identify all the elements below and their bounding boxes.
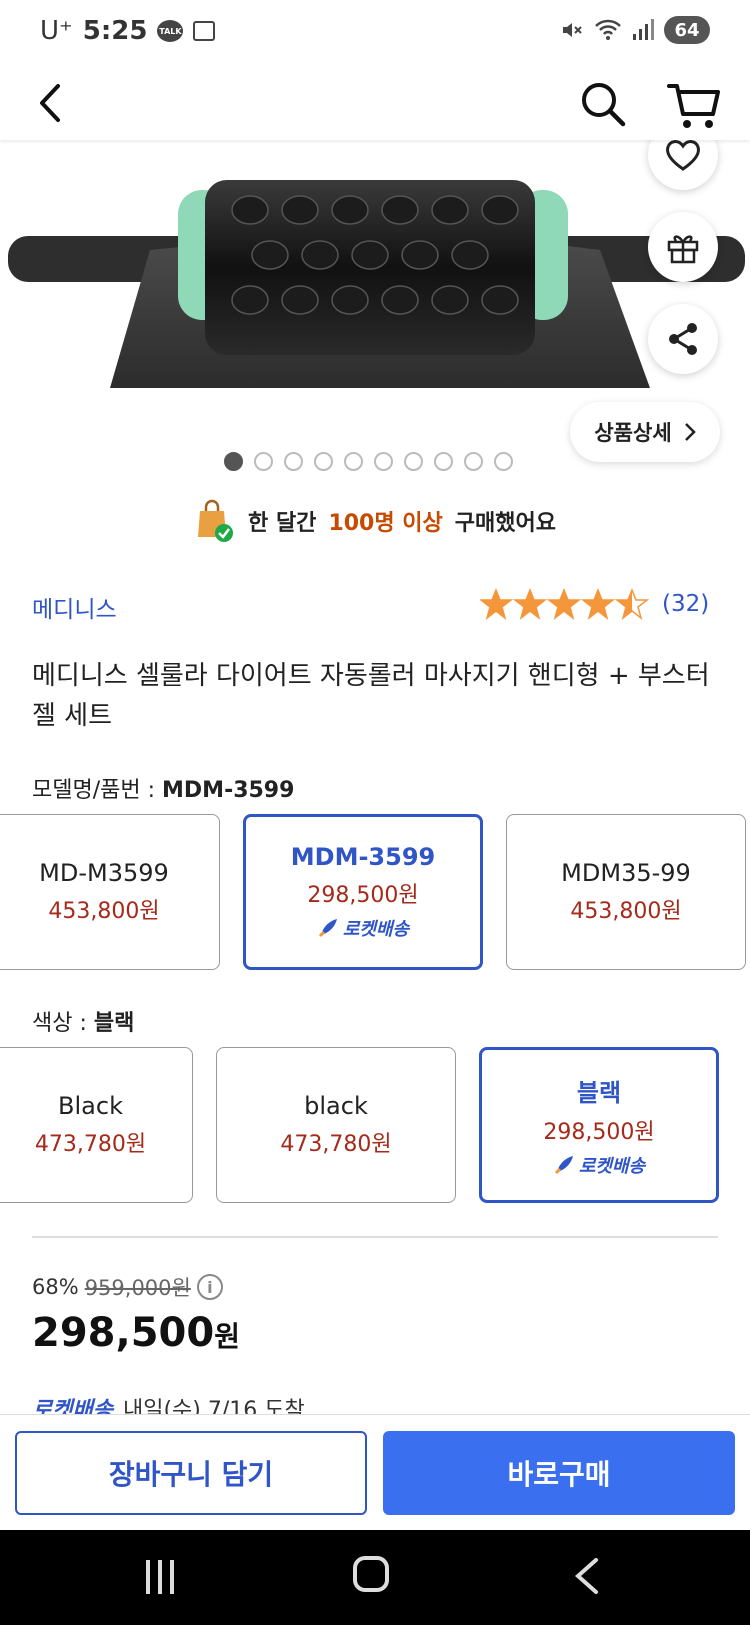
add-to-cart-button[interactable]: 장바구니 담기 [15, 1431, 367, 1515]
color-selected-value: 블랙 [93, 1011, 135, 1036]
color-option[interactable]: Black 473,780원 [0, 1047, 193, 1203]
model-label-text: 모델명/품번 : [32, 778, 163, 803]
product-detail-label: 상품상세 [594, 421, 672, 445]
gallery-dot[interactable] [284, 452, 303, 471]
option-name: 블랙 [576, 1078, 622, 1107]
delivery-info: 로켓배송 내일(수) 7/16 도착 [32, 1392, 305, 1414]
model-label: 모델명/품번 : MDM-3599 [32, 772, 294, 804]
purchase-count-banner: 한 달간 100명 이상 구매했어요 [0, 496, 750, 546]
option-name: MDM35-99 [561, 859, 691, 887]
gallery-dot[interactable] [494, 452, 513, 471]
gallery-dot[interactable] [434, 452, 453, 471]
signal-icon [633, 19, 654, 40]
mute-icon [563, 23, 582, 37]
divider [32, 1236, 718, 1238]
status-right: 64 [560, 16, 710, 44]
wifi-icon [595, 19, 621, 40]
buy-now-button[interactable]: 바로구매 [383, 1431, 735, 1515]
share-button[interactable] [648, 304, 718, 374]
system-back-icon[interactable] [568, 1556, 608, 1596]
option-price: 298,500원 [543, 1119, 655, 1145]
discount-row: 68% 959,000원 i [32, 1272, 223, 1302]
gallery-dot[interactable] [404, 452, 423, 471]
model-selected-value: MDM-3599 [162, 778, 295, 803]
banner-text-highlight: 100명 이상 [328, 511, 443, 536]
banner-text-post: 구매했어요 [454, 511, 556, 536]
model-option-selected[interactable]: MDM-3599 298,500원 로켓배송 [243, 814, 483, 970]
rocket-icon [318, 919, 337, 938]
gallery-dot[interactable] [344, 452, 363, 471]
gift-button[interactable] [648, 212, 718, 282]
gallery-dot[interactable] [254, 452, 273, 471]
option-price: 298,500원 [307, 883, 419, 908]
option-name: Black [58, 1092, 123, 1120]
gallery-pagination [224, 452, 513, 471]
product-title: 메디니스 셀룰라 다이어트 자동롤러 마사지기 핸디형 + 부스터젤 세트 [32, 661, 710, 731]
rocket-delivery-badge: 로켓배송 [553, 1152, 645, 1178]
search-icon[interactable] [575, 76, 631, 132]
color-option-selected[interactable]: 블랙 298,500원 로켓배송 [479, 1047, 719, 1203]
model-option[interactable]: MD-M3599 453,800원 [0, 814, 220, 970]
android-nav-bar [0, 1530, 750, 1625]
carrier-label: U⁺ [40, 16, 73, 46]
gallery-dot[interactable] [314, 452, 333, 471]
rocket-icon [554, 1155, 573, 1174]
star-rating-icon [480, 588, 650, 620]
rocket-label: 로켓배송 [578, 1155, 646, 1177]
final-price-number: 298,500 [32, 1310, 215, 1356]
home-icon[interactable] [353, 1556, 389, 1592]
product-detail-button[interactable]: 상품상세 [570, 402, 720, 462]
option-price: 453,800원 [570, 899, 682, 924]
option-name: black [304, 1092, 368, 1120]
review-count[interactable]: (32) [662, 591, 709, 617]
color-label-text: 색상 : [32, 1011, 94, 1036]
rating[interactable]: (32) [480, 588, 709, 620]
rocket-label: 로켓배송 [342, 919, 410, 940]
option-name: MD-M3599 [39, 859, 169, 887]
recent-apps-icon[interactable] [140, 1560, 180, 1594]
status-time: 5:25 [82, 16, 148, 46]
back-arrow-icon[interactable] [28, 78, 78, 128]
share-icon [669, 323, 697, 355]
brand-link[interactable]: 메디니스 [32, 590, 117, 624]
shopping-bag-check-icon [198, 499, 234, 542]
chevron-right-icon [684, 423, 696, 441]
status-left: U⁺ 5:25 TALK [40, 16, 216, 46]
delivery-date: 내일(수) 7/16 도착 [122, 1398, 305, 1414]
banner-text-pre: 한 달간 [248, 511, 317, 536]
talk-icon: TALK [157, 20, 184, 42]
color-option[interactable]: black 473,780원 [216, 1047, 456, 1203]
bottom-action-bar: 장바구니 담기 바로구매 [0, 1414, 750, 1530]
option-price: 473,780원 [34, 1132, 147, 1157]
gallery-dot[interactable] [374, 452, 393, 471]
option-name: MDM-3599 [290, 843, 436, 871]
discount-rate: 68% [32, 1275, 79, 1299]
model-option[interactable]: MDM35-99 453,800원 [506, 814, 746, 970]
info-icon[interactable]: i [196, 1274, 223, 1300]
cart-icon[interactable] [665, 76, 723, 132]
heart-icon [666, 140, 700, 171]
option-price: 453,800원 [48, 899, 160, 924]
status-bar: U⁺ 5:25 TALK 64 [0, 0, 750, 68]
original-price: 959,000원 [84, 1276, 191, 1300]
gallery-dot[interactable] [224, 452, 243, 471]
option-price: 473,780원 [280, 1132, 392, 1157]
final-price: 298,500원 [32, 1310, 240, 1356]
rocket-delivery-badge: 로켓배송 [317, 915, 409, 941]
gallery-dot[interactable] [464, 452, 483, 471]
rocket-delivery-label: 로켓배송 [32, 1398, 113, 1414]
gift-icon [667, 235, 699, 264]
color-label: 색상 : 블랙 [32, 1005, 134, 1037]
final-price-unit: 원 [214, 1320, 240, 1353]
top-nav [0, 68, 750, 140]
image-notification-icon [193, 21, 216, 41]
battery-indicator: 64 [664, 16, 710, 44]
